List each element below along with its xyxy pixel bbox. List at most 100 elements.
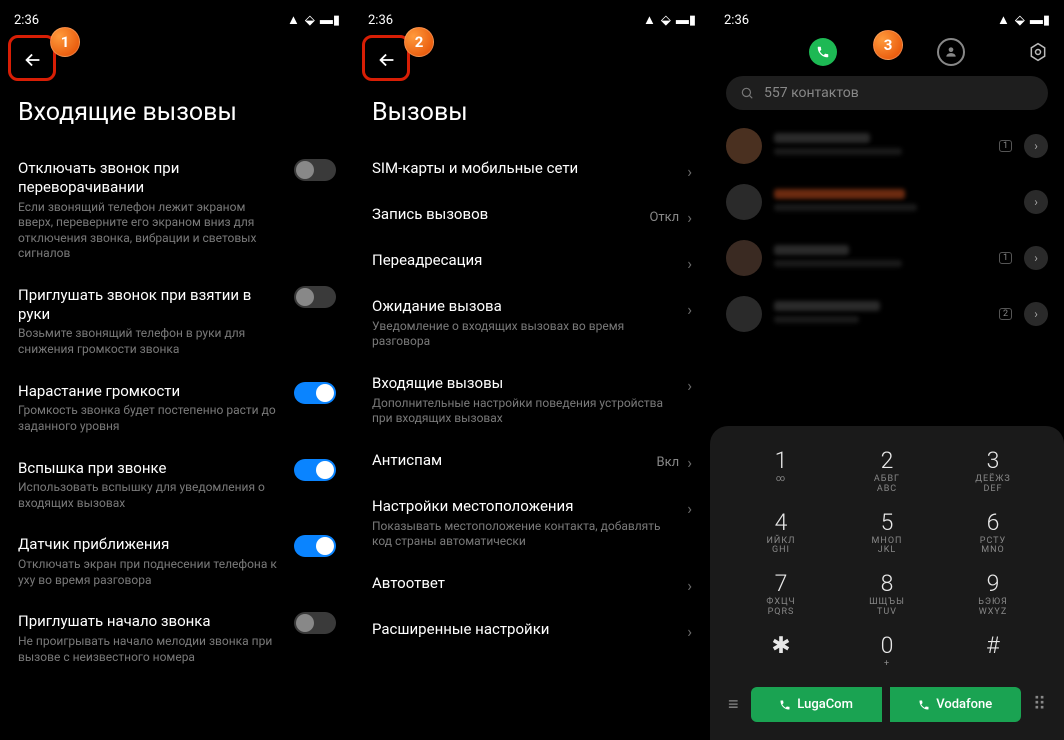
settings-icon[interactable]: [1028, 42, 1048, 62]
search-input[interactable]: 557 контактов: [726, 76, 1048, 110]
dialpad-key[interactable]: ✱: [728, 632, 834, 670]
row-title: Нарастание громкости: [18, 382, 282, 401]
settings-row[interactable]: Приглушать начало звонкаНе проигрывать н…: [18, 600, 336, 677]
signal-icon: ▲: [643, 12, 656, 28]
call-sim2-button[interactable]: Vodafone: [890, 687, 1021, 722]
row-title: SIM-карты и мобильные сети: [372, 159, 675, 178]
page-title: Вызовы: [354, 84, 710, 147]
tab-phone[interactable]: [809, 38, 837, 66]
tab-contacts[interactable]: [937, 38, 965, 66]
battery-icon: ▬▮: [1030, 12, 1050, 28]
screen-incoming-calls: 2:36 ▲ ⬙ ▬▮ 1 Входящие вызовы Отключать …: [0, 0, 354, 740]
wifi-icon: ⬙: [661, 13, 671, 28]
row-desc: Громкость звонка будет постепенно расти …: [18, 403, 282, 434]
dialpad-key[interactable]: 3ДЕЁЖЗDEF: [940, 447, 1046, 495]
menu-icon[interactable]: ≡: [724, 694, 743, 715]
list-item[interactable]: ›: [710, 174, 1064, 230]
dialpad-key[interactable]: 8ШЩЪЫTUV: [834, 570, 940, 618]
settings-row[interactable]: Входящие вызовыДополнительные настройки …: [372, 362, 692, 439]
list-item[interactable]: 1›: [710, 118, 1064, 174]
go-arrow-icon[interactable]: ›: [1024, 134, 1048, 158]
back-button[interactable]: 1: [10, 37, 56, 83]
row-desc: Отключать экран при поднесении телефона …: [18, 557, 282, 588]
sim-badge: 1: [999, 140, 1012, 152]
settings-row[interactable]: Настройки местоположения Показывать место…: [372, 485, 692, 562]
step-badge-2: 2: [404, 27, 434, 57]
contacts-list[interactable]: 1› › 1› 2›: [710, 118, 1064, 342]
settings-row[interactable]: SIM-карты и мобильные сети›: [372, 147, 692, 193]
settings-row[interactable]: Переадресация ›: [372, 239, 692, 285]
settings-row[interactable]: Приглушать звонок при взятии в рукиВозьм…: [18, 274, 336, 370]
row-desc: Показывать местоположение контакта, доба…: [372, 519, 675, 550]
settings-list[interactable]: Отключать звонок при переворачиванииЕсли…: [0, 147, 354, 740]
dialpad-key[interactable]: 9ЬЭЮЯWXYZ: [940, 570, 1046, 618]
settings-row[interactable]: Расширенные настройки›: [372, 608, 692, 654]
row-desc: Возьмите звонящий телефон в руки для сни…: [18, 326, 282, 357]
signal-icon: ▲: [997, 12, 1010, 28]
chevron-right-icon: ›: [687, 499, 692, 518]
contact-info: [774, 189, 1012, 216]
row-value: Вкл: [657, 455, 680, 470]
toggle[interactable]: [294, 286, 336, 308]
status-icons: ▲ ⬙ ▬▮: [643, 12, 696, 28]
sim-badge: 2: [999, 308, 1012, 320]
go-arrow-icon[interactable]: ›: [1024, 190, 1048, 214]
settings-row[interactable]: Нарастание громкости Громкость звонка буд…: [18, 370, 336, 447]
toggle[interactable]: [294, 612, 336, 634]
chevron-right-icon: ›: [687, 622, 692, 641]
wifi-icon: ⬙: [305, 13, 315, 28]
toggle[interactable]: [294, 382, 336, 404]
dialpad-grid-icon[interactable]: ⠿: [1029, 694, 1050, 715]
top-nav: 2: [354, 32, 710, 84]
toggle[interactable]: [294, 159, 336, 181]
list-item[interactable]: 1›: [710, 230, 1064, 286]
dialpad: 1∞2АБВГABC3ДЕЁЖЗDEF 4ИЙКЛGHI5МНОПJKL6РСТУ…: [710, 426, 1064, 740]
dialpad-key[interactable]: 2АБВГABC: [834, 447, 940, 495]
screen-calls: 2:36 ▲ ⬙ ▬▮ 2 Вызовы SIM-карты и мобильн…: [354, 0, 710, 740]
chevron-right-icon: ›: [687, 254, 692, 273]
contact-info: [774, 133, 987, 160]
settings-row[interactable]: Автоответ›: [372, 562, 692, 608]
dialpad-key[interactable]: 0+: [834, 632, 940, 670]
settings-list[interactable]: SIM-карты и мобильные сети›Запись вызово…: [354, 147, 710, 740]
row-desc: Если звонящий телефон лежит экраном ввер…: [18, 200, 282, 262]
settings-row[interactable]: Запись вызововОткл›: [372, 193, 692, 239]
go-arrow-icon[interactable]: ›: [1024, 302, 1048, 326]
back-button[interactable]: 2: [364, 37, 410, 83]
chevron-right-icon: ›: [687, 376, 692, 395]
row-title: Ожидание вызова: [372, 297, 675, 316]
status-bar: 2:36 ▲ ⬙ ▬▮: [354, 0, 710, 32]
sim2-label: Vodafone: [936, 697, 992, 712]
sim1-label: LugaCom: [797, 697, 853, 712]
toggle[interactable]: [294, 459, 336, 481]
list-item[interactable]: 2›: [710, 286, 1064, 342]
status-time: 2:36: [368, 13, 393, 28]
row-title: Переадресация: [372, 251, 675, 270]
status-bar: 2:36 ▲ ⬙ ▬▮: [0, 0, 354, 32]
go-arrow-icon[interactable]: ›: [1024, 246, 1048, 270]
row-title: Вспышка при звонке: [18, 459, 282, 478]
dialpad-key[interactable]: 5МНОПJKL: [834, 509, 940, 557]
status-time: 2:36: [724, 13, 749, 28]
settings-row[interactable]: Отключать звонок при переворачиванииЕсли…: [18, 147, 336, 274]
settings-row[interactable]: АнтиспамВкл›: [372, 439, 692, 485]
page-title: Входящие вызовы: [0, 84, 354, 147]
toggle[interactable]: [294, 535, 336, 557]
row-title: Датчик приближения: [18, 535, 282, 554]
contact-info: [774, 245, 987, 272]
dialpad-key[interactable]: 4ИЙКЛGHI: [728, 509, 834, 557]
settings-row[interactable]: Датчик приближения Отключать экран при по…: [18, 523, 336, 600]
status-icons: ▲ ⬙ ▬▮: [287, 12, 340, 28]
chevron-right-icon: ›: [687, 453, 692, 472]
row-title: Настройки местоположения: [372, 497, 675, 516]
dialpad-key[interactable]: 6РСТУMNO: [940, 509, 1046, 557]
settings-row[interactable]: Ожидание вызоваУведомление о входящих вы…: [372, 285, 692, 362]
dialpad-key[interactable]: 7ФХЦЧPQRS: [728, 570, 834, 618]
settings-row[interactable]: Вспышка при звонкеИспользовать вспышку д…: [18, 447, 336, 524]
dialpad-key[interactable]: 1∞: [728, 447, 834, 495]
dialpad-key[interactable]: #: [940, 632, 1046, 670]
call-sim1-button[interactable]: LugaCom: [751, 687, 882, 722]
row-title: Приглушать звонок при взятии в руки: [18, 286, 282, 324]
row-title: Входящие вызовы: [372, 374, 675, 393]
avatar: [726, 240, 762, 276]
